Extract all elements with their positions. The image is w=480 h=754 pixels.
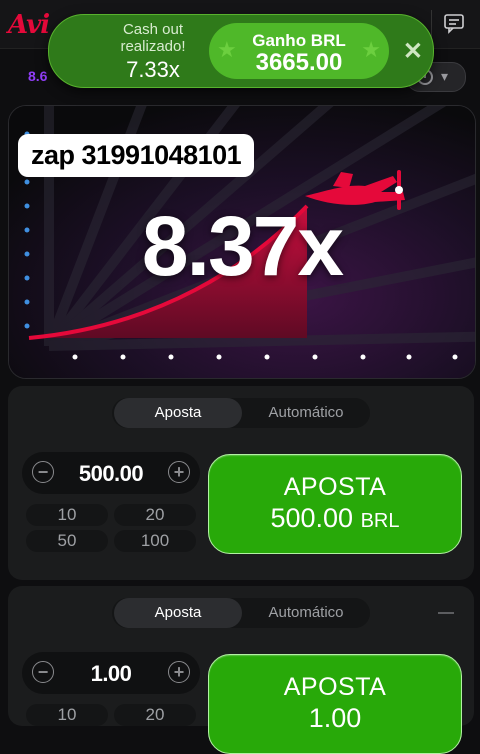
place-bet-button[interactable]: APOSTA 1.00 [208,654,462,754]
quick-amount-button[interactable]: 20 [114,704,196,726]
plus-icon[interactable]: + [168,461,190,483]
minus-icon[interactable]: − [32,661,54,683]
game-canvas: zap 31991048101 8.37x [8,105,476,379]
current-multiplier: 8.37x [141,199,344,293]
quick-amount-button[interactable]: 10 [26,704,108,726]
tab-bet[interactable]: Aposta [114,598,242,628]
bet-button-amount: 500.00 BRL [209,503,461,534]
chat-icon[interactable] [444,14,468,34]
remove-panel-icon[interactable] [438,612,454,614]
bet-panel-1: Aposta Automático − 500.00 + 10 20 50 10… [8,386,474,580]
bet-amount-input[interactable]: 1.00 [62,661,160,687]
quick-amount-button[interactable]: 50 [26,530,108,552]
quick-amount-button[interactable]: 20 [114,504,196,526]
win-title: Ganho BRL [252,31,346,50]
close-icon[interactable]: ✕ [403,37,423,66]
minus-icon[interactable]: − [32,461,54,483]
cashout-multiplier: 7.33x [126,57,180,82]
quick-amount-button[interactable]: 10 [26,504,108,526]
cashout-label: Cash out realizado! [120,21,186,55]
history-multiplier[interactable]: 8.6 [28,68,47,84]
tab-bet[interactable]: Aposta [114,398,242,428]
bet-mode-tabs: Aposta Automático [112,598,370,628]
bet-amount-stepper: − 500.00 + [22,452,200,494]
bet-button-currency: BRL [360,510,400,532]
bet-button-label: APOSTA [283,473,387,501]
caret-down-icon: ▾ [441,68,449,84]
bet-panel-2: Aposta Automático − 1.00 + 10 20 APOSTA … [8,586,474,754]
bet-amount-stepper: − 1.00 + [22,652,200,694]
quick-amount-button[interactable]: 100 [114,530,196,552]
header-divider [431,10,432,38]
win-amount: 3665.00 [255,49,343,76]
plus-icon[interactable]: + [168,661,190,683]
bet-amount-input[interactable]: 500.00 [62,461,160,487]
bet-mode-tabs: Aposta Automático [112,398,370,428]
tab-auto[interactable]: Automático [242,598,370,628]
win-badge: ★ ★ Ganho BRL 3665.00 [209,23,389,79]
watermark-label: zap 31991048101 [18,134,255,177]
app-logo: Avi [8,10,50,40]
bet-button-amount: 1.00 [308,703,362,733]
cashout-toast: Cash out realizado! 7.33x ★ ★ Ganho BRL … [48,14,434,88]
bet-button-value: 500.00 [270,503,354,533]
tab-auto[interactable]: Automático [242,398,370,428]
bet-button-label: APOSTA [283,673,387,701]
place-bet-button[interactable]: APOSTA 500.00 BRL [208,454,462,554]
